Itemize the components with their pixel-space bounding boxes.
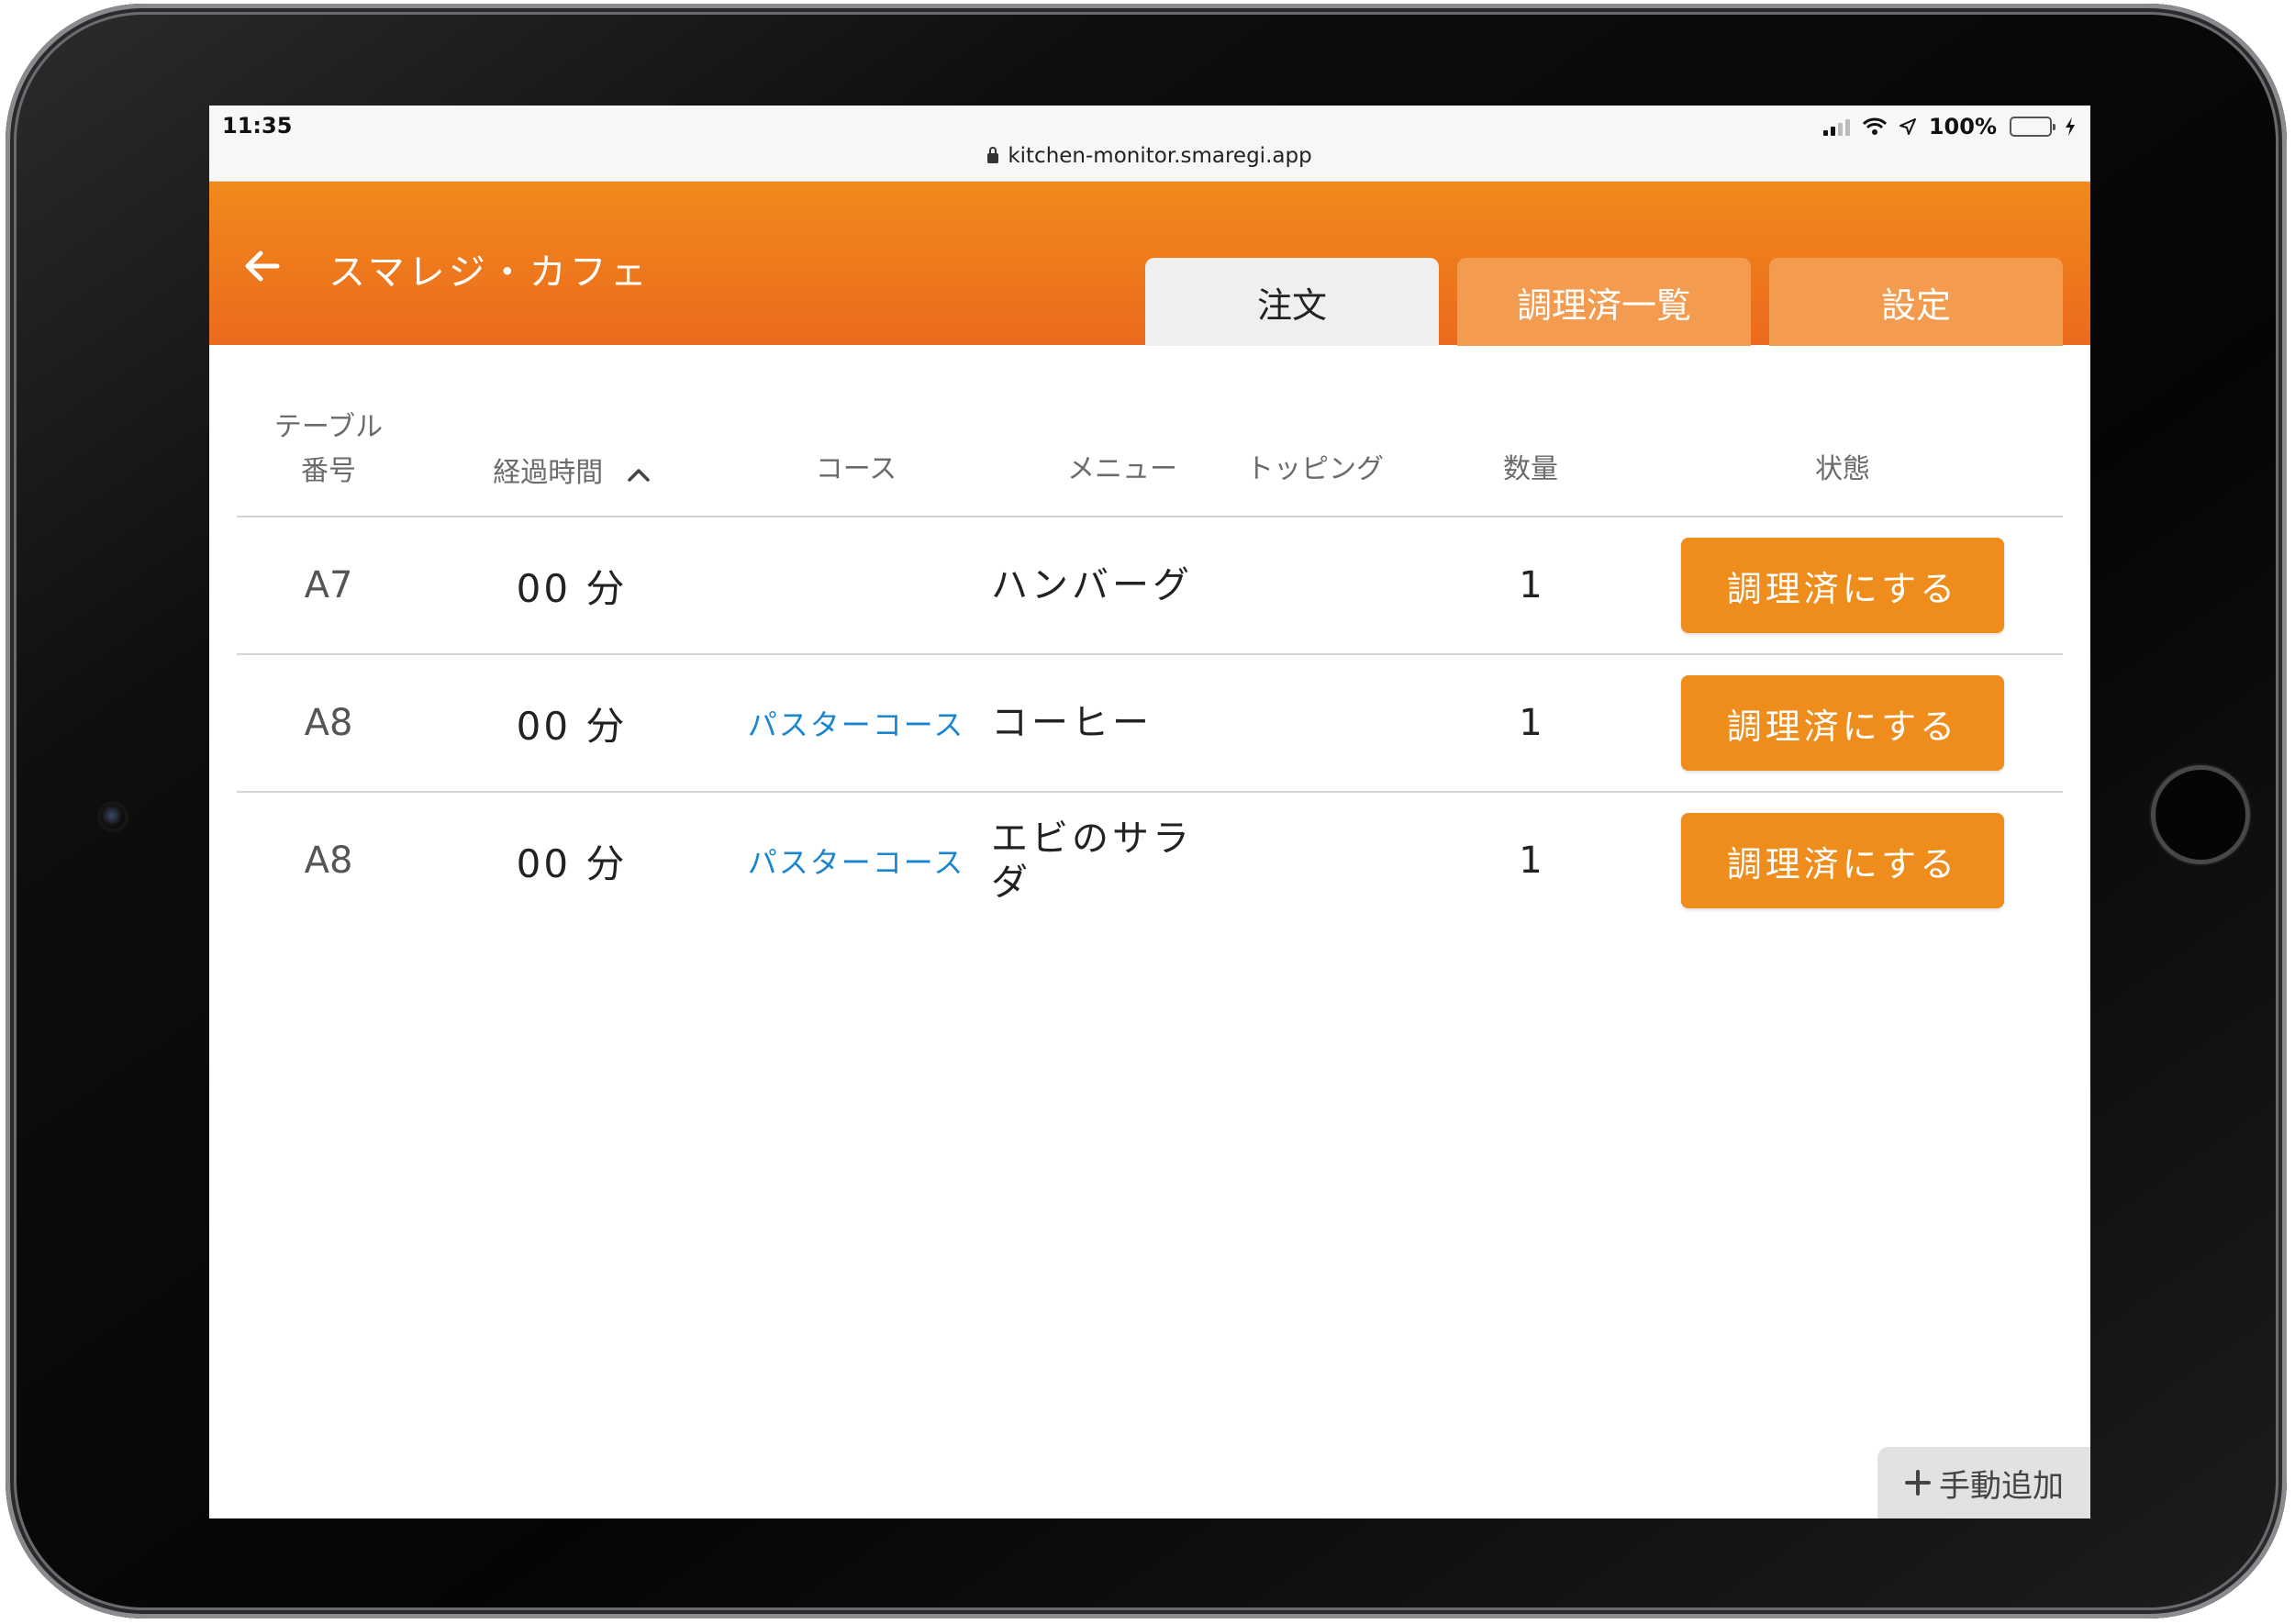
- elapsed-time: 00 分: [516, 703, 628, 749]
- cellular-signal-icon: [1822, 117, 1850, 136]
- arrow-left-icon: [245, 250, 280, 282]
- url-text: kitchen-monitor.smaregi.app: [1008, 144, 1312, 168]
- screen: 11:35 kitchen-monitor.smaregi.app 100% ス…: [209, 106, 2090, 1518]
- status-indicators: 100%: [1822, 113, 2076, 140]
- elapsed-time: 00 分: [516, 840, 628, 886]
- table-number: A7: [304, 564, 353, 606]
- address-bar[interactable]: kitchen-monitor.smaregi.app: [209, 144, 2090, 168]
- location-arrow-icon: [1899, 118, 1916, 135]
- menu-item-line2: ダ: [991, 862, 1031, 904]
- topping: [1209, 517, 1420, 653]
- column-status: 状態: [1815, 453, 1870, 485]
- battery-percent: 100%: [1928, 114, 1997, 139]
- table-row: A8 00 分 パスターコース コーヒー 1 調理済にする: [237, 655, 2063, 793]
- order-table: テーブル 番号 経過時間 コース メニュー トッピング 数量 状態 A7 00 …: [237, 345, 2063, 929]
- store-name-title: スマレジ・カフェ: [329, 251, 651, 294]
- menu-item-line1: コーヒー: [991, 702, 1153, 744]
- status-time: 11:35: [222, 113, 293, 139]
- menu-item-line1: ハンバーグ: [991, 564, 1193, 606]
- column-table-number-line1: テーブル: [273, 411, 384, 443]
- column-elapsed-label: 経過時間: [493, 457, 604, 489]
- course-link[interactable]: パスターコース: [723, 793, 989, 929]
- table-number: A8: [304, 702, 353, 744]
- charging-bolt-icon: [2066, 117, 2075, 136]
- mark-cooked-button[interactable]: 調理済にする: [1681, 813, 2004, 908]
- quantity: 1: [1519, 564, 1543, 606]
- column-quantity: 数量: [1503, 453, 1558, 485]
- status-bar: 11:35 kitchen-monitor.smaregi.app 100%: [209, 106, 2090, 182]
- plus-icon: [1905, 1470, 1931, 1496]
- column-table-number[interactable]: テーブル 番号: [237, 406, 420, 494]
- manual-add-button[interactable]: 手動追加: [1877, 1447, 2090, 1518]
- tab-orders[interactable]: 注文: [1145, 258, 1439, 346]
- manual-add-label: 手動追加: [1939, 1467, 2064, 1505]
- elapsed-time: 00 分: [516, 565, 628, 611]
- quantity: 1: [1519, 840, 1543, 882]
- topping: [1209, 655, 1420, 791]
- table-header: テーブル 番号 経過時間 コース メニュー トッピング 数量 状態: [237, 345, 2063, 517]
- tab-cooked-list[interactable]: 調理済一覧: [1457, 258, 1751, 346]
- table-row: A7 00 分 ハンバーグ 1 調理済にする: [237, 517, 2063, 655]
- course-link[interactable]: [723, 517, 989, 653]
- quantity: 1: [1519, 702, 1543, 744]
- mark-cooked-button[interactable]: 調理済にする: [1681, 538, 2004, 633]
- mark-cooked-button[interactable]: 調理済にする: [1681, 675, 2004, 771]
- menu-item: コーヒー: [991, 655, 1211, 791]
- wifi-icon: [1862, 117, 1887, 135]
- table-number: A8: [304, 840, 353, 882]
- topping: [1209, 793, 1420, 929]
- course-link[interactable]: パスターコース: [723, 655, 989, 791]
- table-row: A8 00 分 パスターコース エビのサラ ダ 1 調理済にする: [237, 793, 2063, 929]
- column-course: コース: [815, 453, 897, 485]
- front-camera: [101, 805, 125, 829]
- column-table-number-line2: 番号: [301, 455, 356, 487]
- battery-icon: [2010, 117, 2055, 137]
- menu-item: エビのサラ ダ: [991, 793, 1211, 929]
- lock-icon: [987, 147, 999, 163]
- chevron-up-icon: [628, 468, 650, 482]
- home-button[interactable]: [2151, 765, 2250, 864]
- menu-item: ハンバーグ: [991, 517, 1211, 653]
- column-elapsed-time[interactable]: 経過時間: [420, 451, 723, 495]
- app-header: スマレジ・カフェ 注文 調理済一覧 設定: [209, 182, 2090, 346]
- column-topping: トッピング: [1246, 453, 1384, 485]
- tab-settings[interactable]: 設定: [1769, 258, 2063, 346]
- back-button[interactable]: [237, 240, 288, 292]
- menu-item-line1: エビのサラ: [991, 818, 1193, 860]
